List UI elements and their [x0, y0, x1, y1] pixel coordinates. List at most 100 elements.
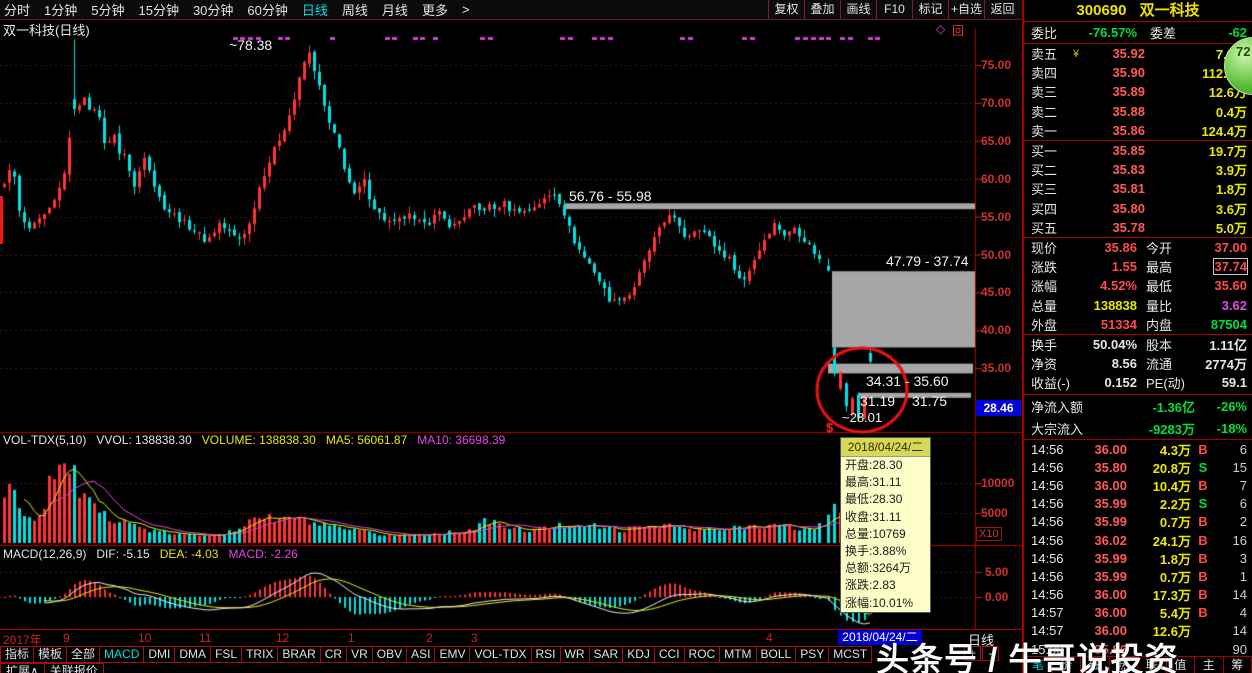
bid-row[interactable]: 买一 35.85 19.7万	[1024, 141, 1252, 160]
tick-volume: 0.7万	[1159, 515, 1191, 531]
timeframe-item-60分钟[interactable]: 60分钟	[247, 0, 287, 19]
timeframe-item->[interactable]: >	[462, 2, 470, 17]
tick-count: 90	[1232, 641, 1247, 657]
info-value: 0.152	[1104, 375, 1137, 391]
trade-tick-row: 14:56 36.02 24.1万 B 16	[1024, 531, 1252, 549]
ask-label: 卖二	[1031, 104, 1058, 120]
indicator-tab-OBV[interactable]: OBV	[371, 646, 408, 663]
quote-tab-主[interactable]: 主	[1195, 657, 1224, 673]
tooltip-row: 总额:3264万	[845, 561, 912, 576]
timeframe-item-15分钟[interactable]: 15分钟	[138, 0, 178, 19]
weibi-row: 委比 -76.57% 委差 -62	[1024, 22, 1252, 44]
month-label: 12	[276, 631, 290, 645]
trade-tick-row: 14:56 35.80 20.8万 S 15	[1024, 458, 1252, 476]
indicator-tab-CR[interactable]: CR	[319, 646, 348, 663]
timeframe-item-1分钟[interactable]: 1分钟	[44, 0, 77, 19]
indicator-tab-TRIX[interactable]: TRIX	[241, 646, 279, 663]
ask-row[interactable]: 卖三 35.89 12.6万	[1024, 82, 1252, 101]
indicator-tab-VOL-TDX[interactable]: VOL-TDX	[469, 646, 532, 663]
indicator-tab-PSY[interactable]: PSY	[795, 646, 830, 663]
info-row: 涨幅 4.52% 最低 35.60	[1024, 276, 1252, 295]
annotation-gap1: 47.79 - 37.74	[886, 253, 969, 269]
tick-count: 7	[1239, 477, 1247, 493]
tick-volume: 0.7万	[1159, 569, 1191, 585]
indicator-tab-指标[interactable]: 指标	[0, 646, 35, 663]
timeframe-item-月线[interactable]: 月线	[382, 0, 408, 19]
bid-volume: 3.6万	[1215, 201, 1247, 217]
timeframe-item-周线[interactable]: 周线	[342, 0, 368, 19]
info-value-text: 87504	[1210, 316, 1247, 332]
indicator-tab-MCST[interactable]: MCST	[828, 646, 873, 663]
indicator-tab-DMA[interactable]: DMA	[174, 646, 212, 663]
timeframe-item-5分钟[interactable]: 5分钟	[91, 0, 124, 19]
indicator-tab-ROC[interactable]: ROC	[683, 646, 721, 663]
info-value: 1.11亿	[1196, 335, 1252, 354]
maximize-icon[interactable]: 回	[952, 22, 964, 39]
indicator-tab-BOLL[interactable]: BOLL	[755, 646, 797, 663]
bid-row[interactable]: 买四 35.80 3.6万	[1024, 199, 1252, 218]
quote-tab-筹[interactable]: 筹	[1224, 657, 1252, 673]
timeframe-item-分时[interactable]: 分时	[4, 0, 30, 19]
tick-price: 36.00	[1094, 477, 1127, 493]
ask-label: 卖三	[1031, 85, 1058, 101]
ask-row[interactable]: 卖一 35.86 124.4万	[1024, 121, 1252, 140]
indicator-tab-WR[interactable]: WR	[559, 646, 590, 663]
left-edge-marker	[0, 196, 3, 244]
toolbar-button-返回[interactable]: 返回	[984, 0, 1020, 19]
tick-time: 14:56	[1031, 587, 1064, 603]
volume-value: VOLUME: 138838.30	[201, 433, 316, 447]
toolbar-button-+自选[interactable]: +自选	[948, 0, 984, 19]
dea-value: DEA: -4.03	[159, 547, 219, 561]
indicator-tab-SAR[interactable]: SAR	[588, 646, 624, 663]
footer-tab-扩展∧[interactable]: 扩展∧	[0, 663, 45, 673]
toolbar-button-复权[interactable]: 复权	[768, 0, 804, 19]
ask-row[interactable]: 卖五¥35.927.2万	[1024, 44, 1252, 63]
indicator-tab-ASI[interactable]: ASI	[406, 646, 436, 663]
footer-secondary-tabs: 扩展∧ 关联报价	[0, 663, 104, 673]
indicator-tab-KDJ[interactable]: KDJ	[622, 646, 655, 663]
indicator-tab-BRAR[interactable]: BRAR	[277, 646, 321, 663]
toolbar-button-画线[interactable]: 画线	[840, 0, 876, 19]
indicator-tab-模板[interactable]: 模板	[33, 646, 68, 663]
bid-row[interactable]: 买二 35.83 3.9万	[1024, 160, 1252, 179]
trade-tick-row: 14:56 36.00 4.3万 B 6	[1024, 440, 1252, 458]
month-label: 11	[199, 631, 212, 645]
indicator-tab-CCI[interactable]: CCI	[653, 646, 685, 663]
tick-side: B	[1198, 532, 1208, 548]
indicator-tab-RSI[interactable]: RSI	[530, 646, 561, 663]
diamond-icon[interactable]: ◇	[936, 22, 945, 36]
ask-price: 35.88	[1112, 103, 1145, 119]
tick-side: B	[1198, 477, 1208, 493]
trade-tick-row: 14:56 35.99 1.8万 B 3	[1024, 549, 1252, 567]
indicator-tab-MACD[interactable]: MACD	[99, 646, 145, 663]
ask-row[interactable]: 卖四35.90112.4万	[1024, 63, 1252, 82]
indicator-tab-FSL[interactable]: FSL	[210, 646, 243, 663]
bid-row[interactable]: 买三 35.81 1.8万	[1024, 179, 1252, 198]
toolbar-buttons: 复权 叠加 画线 F10 标记 +自选 返回	[768, 0, 1020, 19]
ask-row[interactable]: 卖二 35.88 0.4万	[1024, 102, 1252, 121]
info-row: 涨跌 1.55 最高 37.74	[1024, 257, 1252, 276]
indicator-tab-VR[interactable]: VR	[346, 646, 373, 663]
bid-levels: 买一 35.85 19.7万 买二 35.83 3.9万 买三 35.81 1.8万 买四 35.8…	[1024, 141, 1252, 238]
indicator-tab-EMV[interactable]: EMV	[434, 646, 471, 663]
indicator-tab-全部[interactable]: 全部	[66, 646, 101, 663]
toolbar-button-F10[interactable]: F10	[876, 0, 912, 19]
timeframe-item-30分钟[interactable]: 30分钟	[193, 0, 233, 19]
volume-multiplier-label: X10	[976, 527, 1002, 541]
top-toolbar: 分时 1分钟 5分钟 15分钟 30分钟 60分钟 日线 周线 月线 更多 > 复权 叠加 画线 F10 标…	[0, 0, 1022, 20]
bid-row[interactable]: 买五 35.78 5.0万	[1024, 218, 1252, 237]
bid-volume: 3.9万	[1215, 163, 1247, 179]
month-label: 10	[138, 631, 152, 645]
tick-time: 14:56	[1031, 477, 1064, 493]
toolbar-button-叠加[interactable]: 叠加	[804, 0, 840, 19]
info-value-text: 35.60	[1214, 278, 1247, 294]
toolbar-button-标记[interactable]: 标记	[912, 0, 948, 19]
indicator-tab-DMI[interactable]: DMI	[143, 646, 176, 663]
timeframe-item-日线[interactable]: 日线	[302, 0, 328, 19]
tick-count: 6	[1239, 441, 1247, 457]
tick-count: 1	[1239, 568, 1247, 584]
footer-tab-关联报价[interactable]: 关联报价	[43, 663, 104, 673]
price-tick-label: 40.00	[981, 323, 1012, 338]
timeframe-item-更多[interactable]: 更多	[422, 0, 448, 19]
indicator-tab-MTM[interactable]: MTM	[719, 646, 757, 663]
